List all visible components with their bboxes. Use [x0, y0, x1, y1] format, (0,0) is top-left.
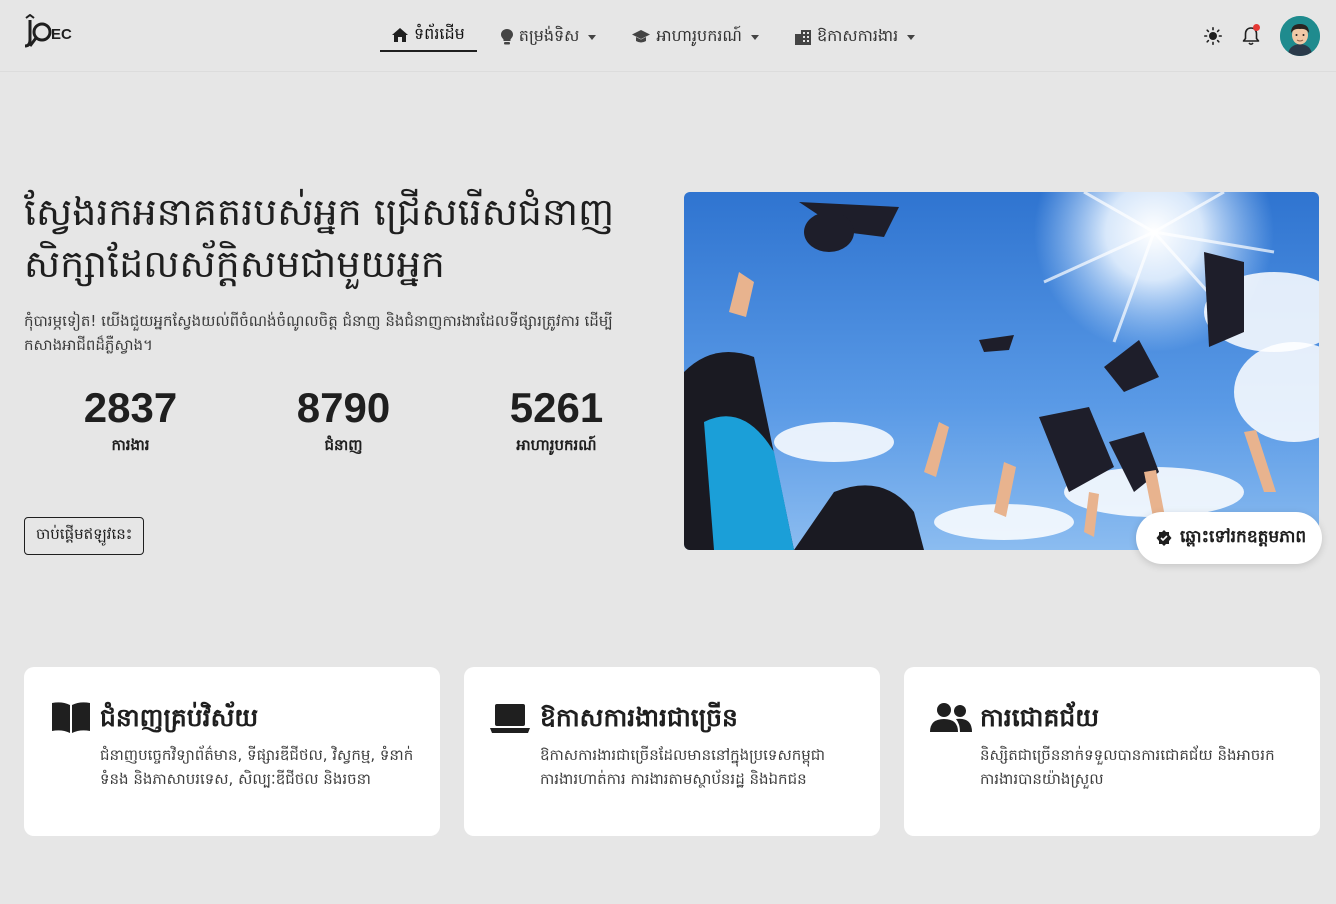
chevron-down-icon	[907, 34, 916, 40]
nav-item-label: ឱកាសការងារ	[816, 26, 899, 45]
get-started-button[interactable]: ចាប់ផ្តើមឥឡូវនេះ	[24, 517, 145, 555]
nav-item-home[interactable]: ទំព័រដើម	[380, 22, 477, 52]
nav-item-label: តម្រង់ទិស	[518, 26, 580, 45]
sun-icon	[1204, 27, 1222, 45]
feature-title: ជំនាញគ្រប់វិស័យ	[100, 703, 259, 732]
lightbulb-icon	[500, 29, 513, 45]
stat-jobs: 2837 ការងារ	[24, 382, 237, 458]
theme-toggle-button[interactable]	[1194, 17, 1232, 55]
nav-item-label: ទំព័រដើម	[414, 24, 465, 43]
users-icon	[930, 699, 972, 737]
stat-value: 5261	[509, 384, 604, 431]
nav-item-label: អាហារូបករណ៍	[656, 26, 742, 45]
stat-scholarships: 5261 អាហារូបករណ៍	[450, 382, 663, 458]
brand-logo[interactable]: EC	[22, 13, 78, 54]
excellence-badge: ឆ្ពោះទៅរកឧត្តមភាព	[1136, 512, 1323, 564]
feature-text: ជំនាញបច្ចេកវិទ្យាព័ត៌មាន, ទីផ្សារឌីជីថល,…	[100, 746, 414, 788]
laptop-icon	[490, 699, 532, 737]
open-book-icon	[50, 699, 92, 737]
nav-item-scholarship[interactable]: អាហារូបករណ៍	[620, 22, 771, 52]
hero-description: កុំបារម្ភទៀត! យើងជួយអ្នកស្វែងយល់ពីចំណង់ច…	[24, 312, 613, 354]
stat-label: អាហារូបករណ៍	[516, 436, 597, 454]
stat-value: 8790	[296, 384, 391, 431]
top-navbar: EC ទំព័រដើម តម្រង់ទិស អាហារូបករណ៍ ឱកាសកា…	[0, 0, 1336, 72]
nav-item-orientation[interactable]: តម្រង់ទិស	[489, 22, 609, 52]
stat-value: 2837	[83, 384, 178, 431]
nav-actions	[1194, 16, 1320, 56]
chevron-down-icon	[588, 34, 597, 40]
feature-title: ឱកាសការងារជាច្រើន	[540, 703, 738, 732]
feature-text: ឱកាសការងារជាច្រើនដែលមាននៅក្នុងប្រទេសកម្ព…	[540, 746, 826, 788]
feature-text: និស្សិតជាច្រើននាក់ទទួលបានការជោគជ័យ និងអា…	[980, 746, 1275, 788]
main-nav: ទំព័រដើម តម្រង់ទិស អាហារូបករណ៍ ឱកាសការងា…	[380, 22, 927, 52]
badge-label: ឆ្ពោះទៅរកឧត្តមភាព	[1180, 526, 1307, 547]
building-icon	[794, 29, 811, 45]
stat-skills: 8790 ជំនាញ	[237, 382, 450, 458]
feature-card-skills: ជំនាញគ្រប់វិស័យ ជំនាញបច្ចេកវិទ្យាព័ត៌មាន…	[24, 667, 440, 836]
verified-check-icon	[1156, 530, 1172, 546]
home-icon	[392, 28, 408, 42]
feature-card-success: ការជោគជ័យ និស្សិតជាច្រើននាក់ទទួលបានការជោ…	[904, 667, 1320, 836]
svg-text:EC: EC	[51, 26, 72, 43]
user-avatar[interactable]	[1280, 16, 1320, 56]
notification-dot	[1253, 24, 1260, 31]
nav-item-jobs[interactable]: ឱកាសការងារ	[783, 22, 927, 52]
notification-button[interactable]	[1232, 17, 1270, 55]
stats-row: 2837 ការងារ 8790 ជំនាញ 5261 អាហារូបករណ៍	[24, 382, 664, 458]
chevron-down-icon	[750, 34, 759, 40]
stat-label: ការងារ	[111, 436, 150, 454]
hero-graduation-image	[684, 192, 1319, 550]
graduation-cap-icon	[632, 30, 651, 44]
hero-title: ស្វែងរកអនាគតរបស់អ្នក ជ្រើសរើសជំនាញសិក្សា…	[24, 190, 615, 286]
feature-title: ការជោគជ័យ	[980, 703, 1100, 732]
feature-card-jobs: ឱកាសការងារជាច្រើន ឱកាសការងារជាច្រើនដែលមា…	[464, 667, 880, 836]
stat-label: ជំនាញ	[324, 436, 363, 454]
